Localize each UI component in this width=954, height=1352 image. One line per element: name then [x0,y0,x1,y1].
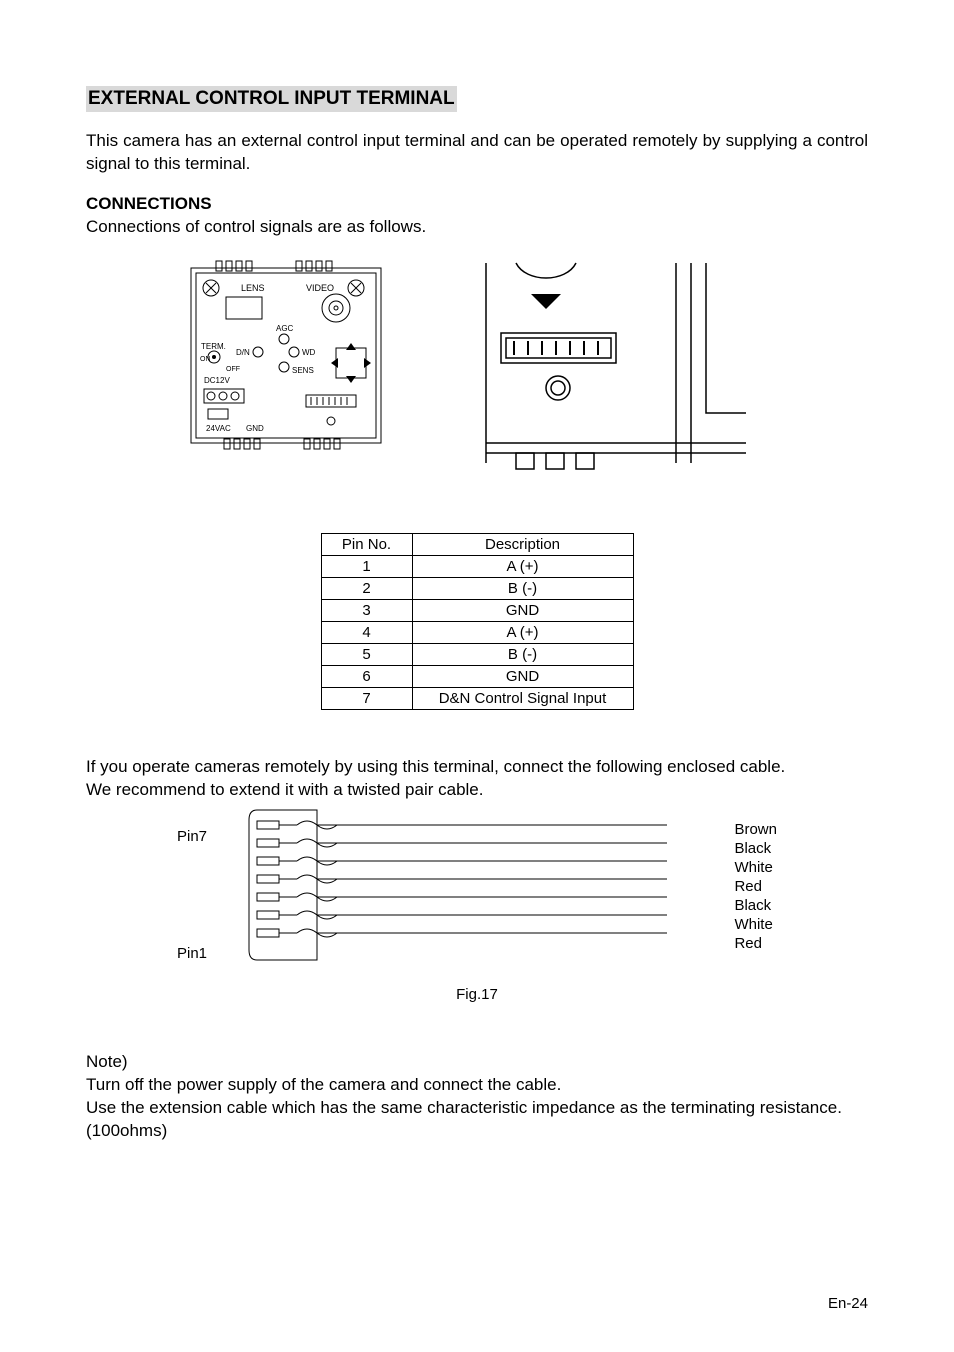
note-heading: Note) [86,1051,868,1074]
intro-text: This camera has an external control inpu… [86,130,868,176]
remote-text-2: We recommend to extend it with a twisted… [86,779,868,802]
svg-text:GND: GND [246,424,264,433]
pin-table: Pin No. Description 1A (+) 2B (-) 3GND 4… [321,533,634,710]
page-number: En-24 [828,1295,868,1312]
cable-color: White [734,915,777,934]
svg-text:ON: ON [200,356,211,363]
note-line: Use the extension cable which has the sa… [86,1097,868,1120]
cable-color: Black [734,839,777,858]
svg-text:DC12V: DC12V [204,376,230,385]
svg-text:VIDEO: VIDEO [306,283,334,293]
svg-text:24VAC: 24VAC [206,424,231,433]
table-row: 6GND [321,665,633,687]
camera-back-panel-icon: LENS VIDEO AGC TERM. D/N WD ON OFF SENS [186,253,386,453]
svg-text:SENS: SENS [292,366,314,375]
cable-color: Red [734,934,777,953]
note-line: (100ohms) [86,1120,868,1143]
table-row: 7D&N Control Signal Input [321,687,633,709]
svg-text:OFF: OFF [226,366,240,373]
figure-caption: Fig.17 [86,986,868,1003]
desc-header: Description [412,533,633,555]
remote-text-1: If you operate cameras remotely by using… [86,756,868,779]
pin1-label: Pin1 [177,945,207,962]
connector-zoom-icon [446,253,746,473]
svg-text:TERM.: TERM. [201,342,226,351]
figure-row: LENS VIDEO AGC TERM. D/N WD ON OFF SENS [186,253,868,473]
note-line: Turn off the power supply of the camera … [86,1074,868,1097]
table-row: 3GND [321,599,633,621]
svg-text:WD: WD [302,348,316,357]
table-row: 5B (-) [321,643,633,665]
svg-text:AGC: AGC [276,324,294,333]
note-block: Note) Turn off the power supply of the c… [86,1051,868,1143]
pin-header: Pin No. [321,533,412,555]
cable-connector-icon [237,800,667,970]
cable-color: Red [734,877,777,896]
cable-color: Brown [734,820,777,839]
table-row: 4A (+) [321,621,633,643]
table-row: 2B (-) [321,577,633,599]
cable-diagram: Pin7 Pin1 Brown [177,820,777,980]
cable-color: White [734,858,777,877]
cable-color: Black [734,896,777,915]
svg-text:D/N: D/N [236,348,250,357]
connections-heading: CONNECTIONS [86,194,868,214]
svg-text:LENS: LENS [241,283,265,293]
pin7-label: Pin7 [177,828,207,845]
table-row: 1A (+) [321,555,633,577]
connections-intro: Connections of control signals are as fo… [86,216,868,239]
section-title: EXTERNAL CONTROL INPUT TERMINAL [86,86,457,112]
